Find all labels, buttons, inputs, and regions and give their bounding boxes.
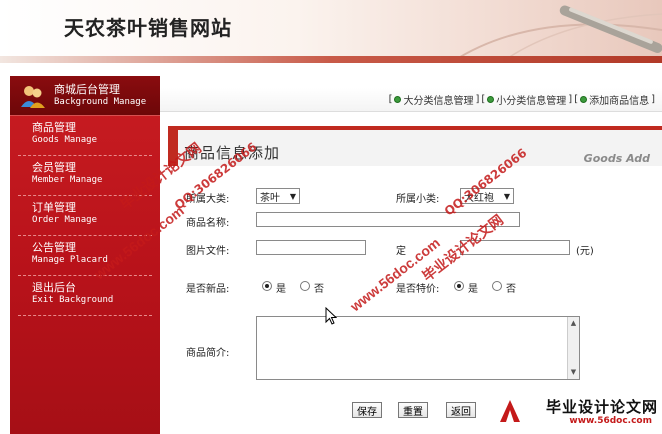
- special-no-label: 否: [506, 284, 516, 295]
- footer-logo-title: 毕业设计论文网: [545, 398, 658, 416]
- bracket: ]: [568, 94, 573, 105]
- special-yes-radio[interactable]: [454, 281, 464, 291]
- textarea-scrollbar[interactable]: ▲ ▼: [567, 317, 579, 379]
- site-header: 天农茶叶销售网站: [0, 0, 662, 63]
- new-product-label: 是否新品:: [186, 284, 230, 295]
- bracket: ]: [651, 94, 655, 105]
- sidebar-header-subtitle: Background Manage: [54, 96, 147, 107]
- users-icon: [21, 85, 45, 108]
- sidebar-item-exit[interactable]: 退出后台 Exit Background: [18, 276, 152, 316]
- intro-label: 商品简介:: [186, 348, 230, 359]
- goods-intro-textarea[interactable]: ▲ ▼: [256, 316, 580, 380]
- nav-link-add-goods[interactable]: 添加商品信息: [589, 92, 649, 107]
- bracket: ]: [475, 94, 480, 105]
- sidebar-item-sublabel: Goods Manage: [32, 135, 98, 145]
- bullet-icon: [580, 96, 588, 103]
- price-unit: (元): [576, 246, 594, 257]
- new-no-label: 否: [314, 284, 324, 295]
- nav-link-major-category[interactable]: 大分类信息管理: [403, 92, 473, 107]
- scroll-up-icon[interactable]: ▲: [569, 319, 578, 328]
- special-yes-label: 是: [468, 284, 478, 295]
- bullet-icon: [394, 96, 402, 103]
- bracket: [: [388, 94, 393, 105]
- header-rule: [0, 56, 662, 63]
- sidebar-item-goods[interactable]: 商品管理 Goods Manage: [18, 116, 152, 156]
- image-file-input[interactable]: [256, 240, 366, 255]
- category-select-value: 茶叶: [260, 192, 280, 204]
- image-label: 图片文件:: [186, 246, 230, 257]
- pen-decoration-icon: [451, 5, 662, 62]
- sidebar-item-sublabel: Exit Background: [32, 295, 114, 305]
- special-no-radio[interactable]: [492, 281, 502, 291]
- new-yes-label: 是: [276, 284, 286, 295]
- nav-link-minor-category[interactable]: 小分类信息管理: [496, 92, 566, 107]
- site-title: 天农茶叶销售网站: [64, 16, 232, 40]
- reset-button[interactable]: 重置: [398, 402, 428, 418]
- bullet-icon: [487, 96, 495, 103]
- mouse-cursor-icon: [325, 307, 337, 325]
- category-select[interactable]: 茶叶 ▼: [256, 188, 300, 204]
- panel-title-en: Goods Add: [583, 152, 650, 165]
- dropdown-arrow-icon: ▼: [289, 191, 296, 201]
- dropdown-arrow-icon: ▼: [503, 191, 510, 201]
- top-nav: [ 大分类信息管理 ] [ 小分类信息管理 ] [ 添加商品信息 ]: [160, 88, 662, 112]
- save-button[interactable]: 保存: [352, 402, 382, 418]
- subcategory-label: 所属小类:: [396, 194, 440, 205]
- sidebar-item-label: 会员管理: [32, 161, 76, 174]
- name-label: 商品名称:: [186, 218, 230, 229]
- sidebar-item-label: 商品管理: [32, 121, 76, 134]
- sidebar-header-title: 商城后台管理: [54, 82, 120, 96]
- back-button[interactable]: 返回: [446, 402, 476, 418]
- sidebar-item-label: 退出后台: [32, 281, 76, 294]
- bracket: [: [574, 94, 579, 105]
- footer-logo-url: www.56doc.com: [569, 416, 652, 426]
- logo-mark-icon: [500, 400, 520, 422]
- goods-add-panel: 商品信息添加 Goods Add 所属大类: 茶叶 ▼ 所属小类: 大红袍 ▼ …: [168, 126, 662, 434]
- sidebar: 商城后台管理 Background Manage 商品管理 Goods Mana…: [10, 76, 160, 434]
- new-yes-radio[interactable]: [262, 281, 272, 291]
- bracket: [: [481, 94, 486, 105]
- new-no-radio[interactable]: [300, 281, 310, 291]
- footer-logo: 毕业设计论文网 www.56doc.com: [498, 396, 658, 430]
- sidebar-header: 商城后台管理 Background Manage: [10, 76, 160, 116]
- scroll-down-icon[interactable]: ▼: [569, 368, 578, 377]
- sidebar-item-sublabel: Order Manage: [32, 215, 98, 225]
- goods-form: 所属大类: 茶叶 ▼ 所属小类: 大红袍 ▼ 商品名称: 图片文件: 定 (元)…: [168, 166, 662, 434]
- price-label: 定: [396, 246, 406, 257]
